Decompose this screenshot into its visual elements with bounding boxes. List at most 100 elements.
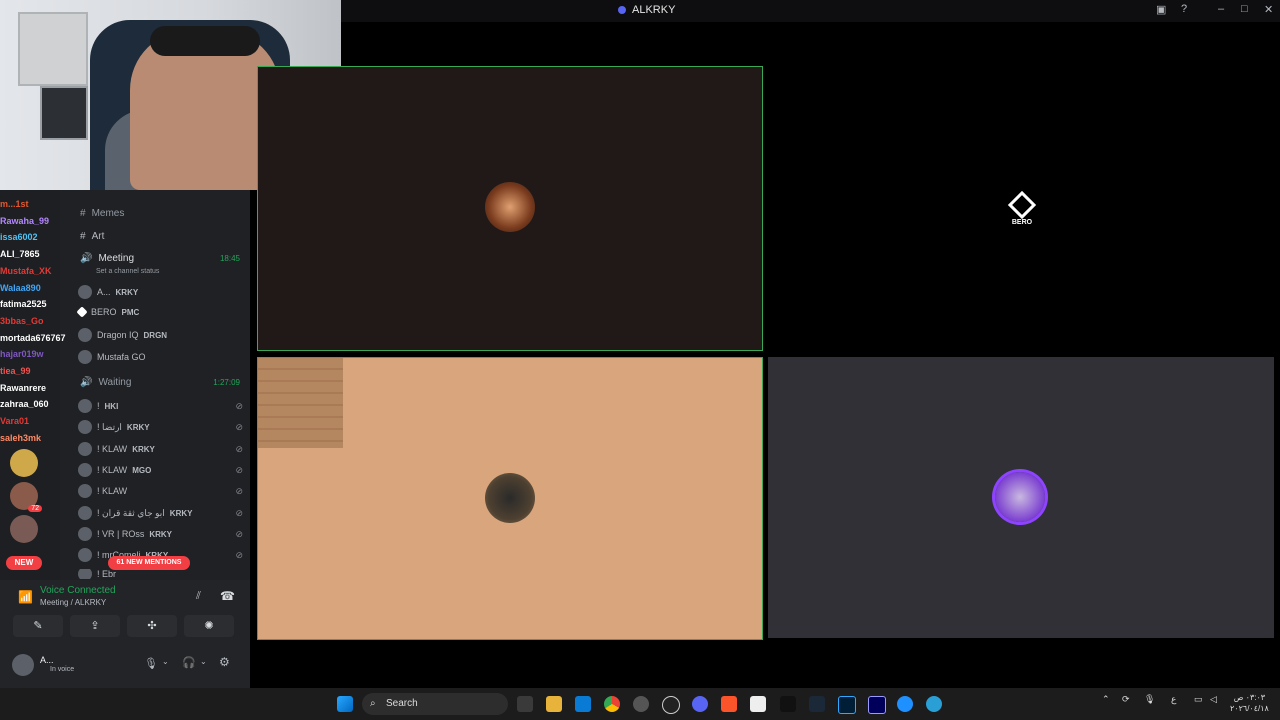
search-icon: ⌕ <box>370 698 376 709</box>
chat-line: Walaa890 <box>0 282 41 293</box>
server-icon[interactable] <box>10 449 38 477</box>
voice-user[interactable]: ! VR | ROss KRKY ⊘ <box>78 527 243 541</box>
new-mentions-pill[interactable]: 61 NEW MENTIONS <box>108 556 190 570</box>
avatar[interactable] <box>12 654 34 676</box>
server-icon[interactable]: 72 <box>10 482 42 512</box>
brave-icon[interactable] <box>721 696 737 712</box>
voice-user[interactable]: ! ارتضا KRKY ⊘ <box>78 420 243 434</box>
minimize-button[interactable]: – <box>1218 3 1224 15</box>
disconnect-icon[interactable]: ☎ <box>220 589 235 603</box>
folder-icon[interactable] <box>546 696 562 712</box>
soundboard-button[interactable]: ✺ <box>184 615 234 637</box>
noise-suppression-icon[interactable]: ⫽ <box>196 590 201 603</box>
stream-chat-overlay: m...1st Rawaha_99 issa6002 ALI_7865 Must… <box>0 196 75 446</box>
store-icon[interactable] <box>575 696 591 712</box>
voice-user[interactable]: Dragon IQ DRGN <box>78 328 243 342</box>
new-badge[interactable]: NEW <box>6 556 42 570</box>
chat-line: issa6002 <box>0 232 38 243</box>
server-icon[interactable] <box>10 515 38 543</box>
premiere-icon[interactable] <box>868 696 886 714</box>
screen-share-icon[interactable]: ▣ <box>1156 3 1166 16</box>
photoshop-icon[interactable] <box>838 696 856 714</box>
channel-art[interactable]: # Art <box>80 231 104 242</box>
signal-icon: 📶 <box>18 590 33 604</box>
microphone-icon[interactable]: 🎙 <box>1144 694 1155 705</box>
hash-icon: # <box>80 231 86 242</box>
video-tile[interactable] <box>257 357 763 640</box>
app-icon[interactable] <box>926 696 942 712</box>
voice-user[interactable]: BERO PMC <box>76 306 243 318</box>
maximize-button[interactable]: □ <box>1241 3 1248 15</box>
taskbar-clock[interactable]: ٠٣:٠٣ ص ٢٠٢٦/٠٤/١٨ <box>1230 692 1269 714</box>
avatar <box>78 463 92 477</box>
channel-memes[interactable]: # Memes <box>80 208 124 219</box>
close-button[interactable]: ✕ <box>1264 3 1273 16</box>
microphone-icon[interactable]: 🎙 <box>144 657 158 670</box>
voice-user[interactable]: ! HKI ⊘ <box>78 399 243 413</box>
participant-avatar <box>995 472 1045 522</box>
gear-icon[interactable]: ⚙ <box>219 655 230 669</box>
avatar <box>78 399 92 413</box>
voice-status[interactable]: Voice Connected <box>40 585 116 596</box>
chevron-down-icon[interactable]: ⌄ <box>200 657 207 666</box>
app-icon <box>618 6 626 14</box>
network-icon[interactable]: ▭ <box>1194 694 1203 705</box>
activities-button[interactable]: ✣ <box>127 615 177 637</box>
chat-line: Mustafa_XK <box>0 265 52 276</box>
video-tile[interactable] <box>768 357 1274 638</box>
help-icon[interactable]: ? <box>1181 3 1187 15</box>
voice-location[interactable]: Meeting / ALKRKY <box>40 598 106 607</box>
discord-icon[interactable] <box>692 696 708 712</box>
chat-line: mortada676767 <box>0 332 66 343</box>
avatar <box>78 484 92 498</box>
deafened-icon: ⊘ <box>235 528 243 539</box>
channel-status[interactable]: Set a channel status <box>96 268 159 275</box>
window-title: ALKRKY <box>618 4 675 16</box>
voice-user[interactable]: ! KLAW KRKY ⊘ <box>78 442 243 456</box>
chrome-icon[interactable] <box>604 696 620 712</box>
hash-icon: # <box>80 208 86 219</box>
capcut-icon[interactable] <box>780 696 796 712</box>
webcam-shadow <box>258 358 343 448</box>
app-icon[interactable] <box>750 696 766 712</box>
steam-icon[interactable] <box>809 696 825 712</box>
user-status: In voice <box>50 666 75 673</box>
avatar <box>78 420 92 434</box>
camera-button[interactable]: ✎ <box>13 615 63 637</box>
language-indicator[interactable]: ع <box>1171 694 1176 705</box>
avatar <box>78 350 92 364</box>
chat-line: fatima2525 <box>0 299 47 310</box>
channel-waiting[interactable]: 🔊 Waiting 1:27:09 <box>80 377 240 388</box>
screen-share-button[interactable]: ⇪ <box>70 615 120 637</box>
user-bar <box>0 650 250 688</box>
speaker-icon: 🔊 <box>80 377 93 388</box>
avatar <box>78 328 92 342</box>
waiting-duration: 1:27:09 <box>213 378 240 387</box>
app-icon[interactable] <box>897 696 913 712</box>
video-tile[interactable] <box>257 66 763 351</box>
voice-user[interactable]: ! Ebr <box>78 569 243 579</box>
voice-user[interactable]: ! KLAW MGO ⊘ <box>78 463 243 477</box>
windows-start-icon[interactable] <box>337 696 353 712</box>
voice-user[interactable]: Mustafa GO <box>78 350 243 364</box>
sync-icon[interactable]: ⟳ <box>1122 694 1130 705</box>
taskbar-search[interactable]: ⌕ Search <box>362 693 508 715</box>
volume-icon[interactable]: ◁ <box>1210 694 1217 705</box>
settings-app-icon[interactable] <box>633 696 649 712</box>
chat-line: m...1st <box>0 199 29 209</box>
bero-logo-icon <box>1007 190 1037 220</box>
voice-user[interactable]: ! ابو جاي ثقة قران KRKY ⊘ <box>78 506 243 520</box>
chat-line: 3bbas_Go <box>0 315 44 326</box>
chevron-down-icon[interactable]: ⌄ <box>162 657 169 666</box>
deafened-icon: ⊘ <box>235 421 243 432</box>
headphones-icon[interactable]: 🎧 <box>182 656 196 669</box>
chat-line: hajar019w <box>0 349 44 360</box>
channel-meeting[interactable]: 🔊 Meeting 18:45 <box>80 253 240 264</box>
obs-icon[interactable] <box>662 696 680 714</box>
task-view-icon[interactable] <box>517 696 533 712</box>
voice-user[interactable]: A... KRKY <box>78 285 243 299</box>
avatar <box>78 569 92 579</box>
avatar <box>78 527 92 541</box>
voice-user[interactable]: ! KLAW ⊘ <box>78 484 243 498</box>
chevron-up-icon[interactable]: ⌃ <box>1102 694 1110 705</box>
